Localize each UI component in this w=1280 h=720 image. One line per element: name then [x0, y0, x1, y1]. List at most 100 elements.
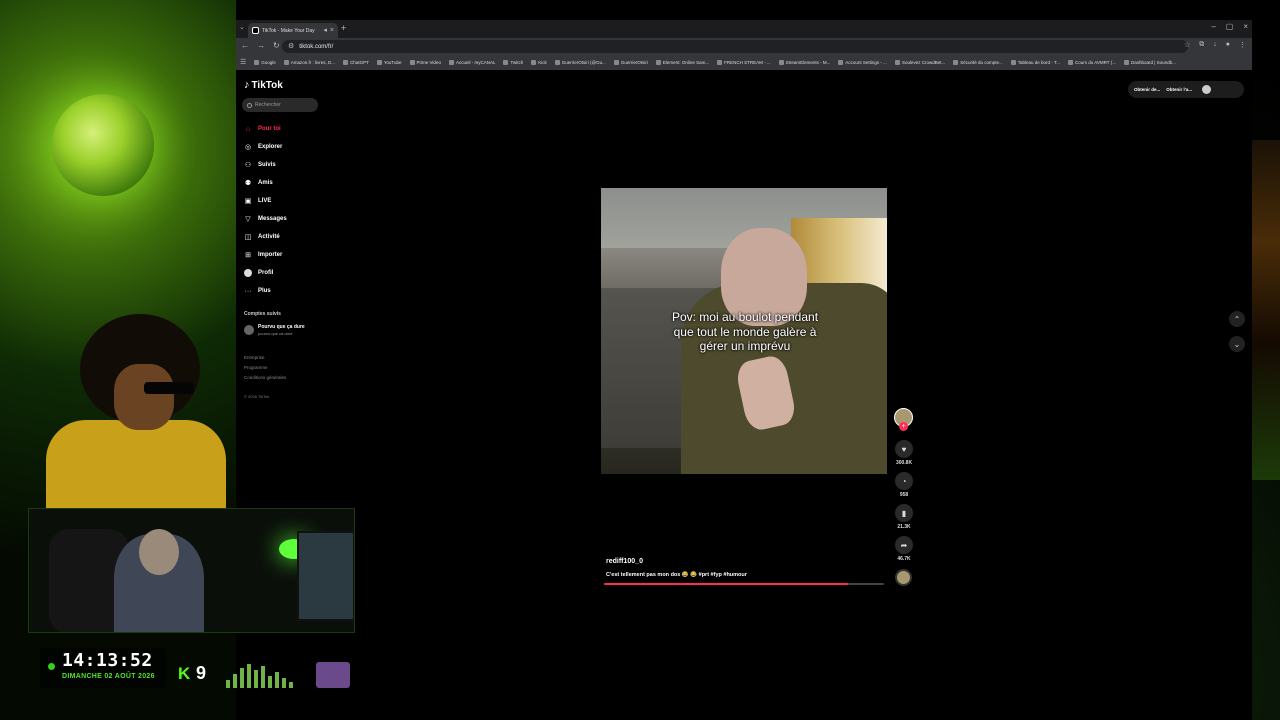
kick-logo-icon: K: [178, 664, 191, 683]
nav-item-following[interactable]: ⚇ Suivis: [244, 156, 324, 174]
back-icon[interactable]: ←: [241, 41, 249, 50]
forward-icon[interactable]: →: [257, 41, 265, 50]
bookmark-item[interactable]: Twitch: [503, 60, 523, 65]
follow-button[interactable]: +: [899, 422, 908, 431]
nav-item-friends[interactable]: ⚉ Amis: [244, 174, 324, 192]
bookmark-item[interactable]: Dashboard | Soundb...: [1123, 60, 1176, 65]
bookmark-item[interactable]: FRENCH STREAM - ...: [717, 60, 771, 65]
music-disc-icon[interactable]: [895, 569, 912, 586]
video-author[interactable]: rediff100_0: [606, 558, 643, 565]
footer-link-program[interactable]: Programme: [244, 365, 286, 370]
browser-toolbar-right: ☆ ⧉ ↓ ● ⋮: [1184, 41, 1246, 49]
profile-icon: [244, 269, 252, 277]
apps-icon[interactable]: ☰: [240, 59, 246, 66]
tab-tiktok[interactable]: TikTok - Make Your Day ◂ ×: [248, 23, 338, 38]
extensions-icon[interactable]: ⧉: [1199, 41, 1204, 49]
tab-search-icon[interactable]: ⌄: [239, 23, 245, 31]
nav-item-upload[interactable]: ⊞ Importer: [244, 246, 324, 264]
bookmark-item[interactable]: StreamElements - M...: [778, 60, 830, 65]
bookmark-item[interactable]: Soulevez CrowdBet...: [894, 60, 945, 65]
bookmark-item[interactable]: Prime Video: [409, 60, 441, 65]
minimize-icon[interactable]: –: [1211, 22, 1215, 31]
footer-link-company[interactable]: Entreprise: [244, 355, 286, 360]
share-count: 46.7K: [897, 556, 911, 562]
followed-account[interactable]: Pourvu que ça dure pourvu.que.ca.dure: [244, 324, 305, 336]
avatar[interactable]: [1202, 85, 1212, 94]
tiktok-favicon-icon: [252, 27, 259, 34]
video-player[interactable]: Pov: moi au boulot pendant que tout le m…: [601, 188, 887, 474]
bookmark-item[interactable]: Accueil - myCANAL: [448, 60, 495, 65]
alert-widget: [316, 662, 350, 688]
bookmark-item[interactable]: Google: [254, 60, 276, 65]
bookmark-item[interactable]: Cours du AVMRT (...: [1067, 60, 1116, 65]
menu-icon[interactable]: ⋮: [1239, 41, 1246, 49]
equalizer-bar: [275, 672, 279, 688]
address-bar[interactable]: ⚙ tiktok.com/fr/: [282, 40, 1188, 53]
bookmark-item[interactable]: Account Settings - ...: [838, 60, 887, 65]
followed-account-name: Pourvu que ça dure: [258, 324, 305, 330]
like-action[interactable]: ♥ 300.8K: [893, 440, 915, 466]
new-tab-button[interactable]: +: [341, 23, 346, 33]
get-coins-button[interactable]: Obtenir de...: [1134, 87, 1160, 92]
save-action[interactable]: ▮ 21.3K: [893, 504, 915, 530]
clock-date: DIMANCHE 02 AOÛT 2026: [62, 673, 155, 680]
bookmark-item[interactable]: ChatGPT: [343, 60, 369, 65]
footer-link-terms[interactable]: Conditions générales: [244, 375, 286, 380]
live-icon: ▣: [244, 198, 252, 205]
sidebar-nav: ⌂ Pour toi ◎ Explorer ⚇ Suivis ⚉ Amis ▣ LIVE …: [244, 120, 324, 300]
audio-icon[interactable]: ◂: [323, 27, 327, 34]
search-input[interactable]: [255, 102, 315, 108]
followed-account-handle: pourvu.que.ca.dure: [258, 330, 293, 336]
nav-item-profile[interactable]: Profil: [244, 264, 324, 282]
download-icon[interactable]: ↓: [1213, 41, 1217, 49]
video-progress-bar[interactable]: [604, 583, 884, 585]
bookmark-star-icon[interactable]: ☆: [1184, 41, 1190, 49]
tab-strip: ⌄ TikTok - Make Your Day ◂ × + – ▢ ×: [236, 20, 1252, 38]
bookmark-icon: [1067, 60, 1073, 65]
close-window-icon[interactable]: ×: [1243, 22, 1248, 31]
bookmark-item[interactable]: Tableau de bord - T...: [1010, 60, 1060, 65]
bookmark-item[interactable]: GuerrierOtsiri (@Gu...: [554, 60, 606, 65]
reload-icon[interactable]: ↻: [273, 41, 280, 50]
nav-item-live[interactable]: ▣ LIVE: [244, 192, 324, 210]
tab-title: TikTok - Make Your Day: [262, 27, 315, 34]
bookmark-item[interactable]: YouTube: [376, 60, 402, 65]
previous-video-button[interactable]: ⌃: [1229, 311, 1245, 327]
tiktok-logo[interactable]: ♪ TikTok: [244, 79, 283, 91]
window-controls: – ▢ ×: [1211, 22, 1248, 31]
bookmark-icon: [953, 60, 959, 65]
bookmark-icon[interactable]: ▮: [895, 504, 913, 522]
nav-item-for-you[interactable]: ⌂ Pour toi: [244, 120, 324, 138]
navigation-bar: ← → ↻ ⚙ tiktok.com/fr/ ☆ ⧉ ↓ ● ⋮: [236, 38, 1252, 55]
bookmark-icon: [409, 60, 415, 65]
bookmark-item[interactable]: Amazon.fr : livres, D...: [283, 60, 335, 65]
nav-item-explore[interactable]: ◎ Explorer: [244, 138, 324, 156]
profile-icon[interactable]: ●: [1226, 41, 1230, 49]
bookmark-item[interactable]: Kick: [531, 60, 547, 65]
next-video-button[interactable]: ⌄: [1229, 336, 1245, 352]
bookmark-item[interactable]: Element: Online Sam...: [655, 60, 709, 65]
friends-icon: ⚉: [244, 180, 252, 187]
explore-icon: ◎: [244, 144, 252, 151]
nav-item-activity[interactable]: ◫ Activité: [244, 228, 324, 246]
comment-action[interactable]: ◔ 958: [893, 472, 915, 498]
nav-item-messages[interactable]: ▽ Messages: [244, 210, 324, 228]
get-app-button[interactable]: Obtenir l'a...: [1166, 87, 1192, 92]
comment-icon[interactable]: ◔: [895, 472, 913, 490]
live-dot-icon: [48, 663, 55, 670]
equalizer-bar: [289, 682, 293, 688]
heart-icon[interactable]: ♥: [895, 440, 913, 458]
bookmark-item[interactable]: GuerrierOtsiri: [613, 60, 648, 65]
footer-links: Entreprise Programme Conditions générale…: [244, 355, 286, 403]
bookmark-item[interactable]: Sécurité du compte...: [953, 60, 1003, 65]
search-box[interactable]: [242, 98, 318, 112]
share-icon[interactable]: ➦: [895, 536, 913, 554]
share-action[interactable]: ➦ 46.7K: [893, 536, 915, 562]
bookmark-icon: [1123, 60, 1129, 65]
bookmark-icon: [838, 60, 844, 65]
viewer-count: 9: [196, 663, 207, 683]
site-info-icon[interactable]: ⚙: [288, 43, 294, 50]
maximize-icon[interactable]: ▢: [1226, 22, 1234, 31]
nav-item-more[interactable]: ··· Plus: [244, 282, 324, 300]
close-tab-icon[interactable]: ×: [330, 27, 334, 34]
